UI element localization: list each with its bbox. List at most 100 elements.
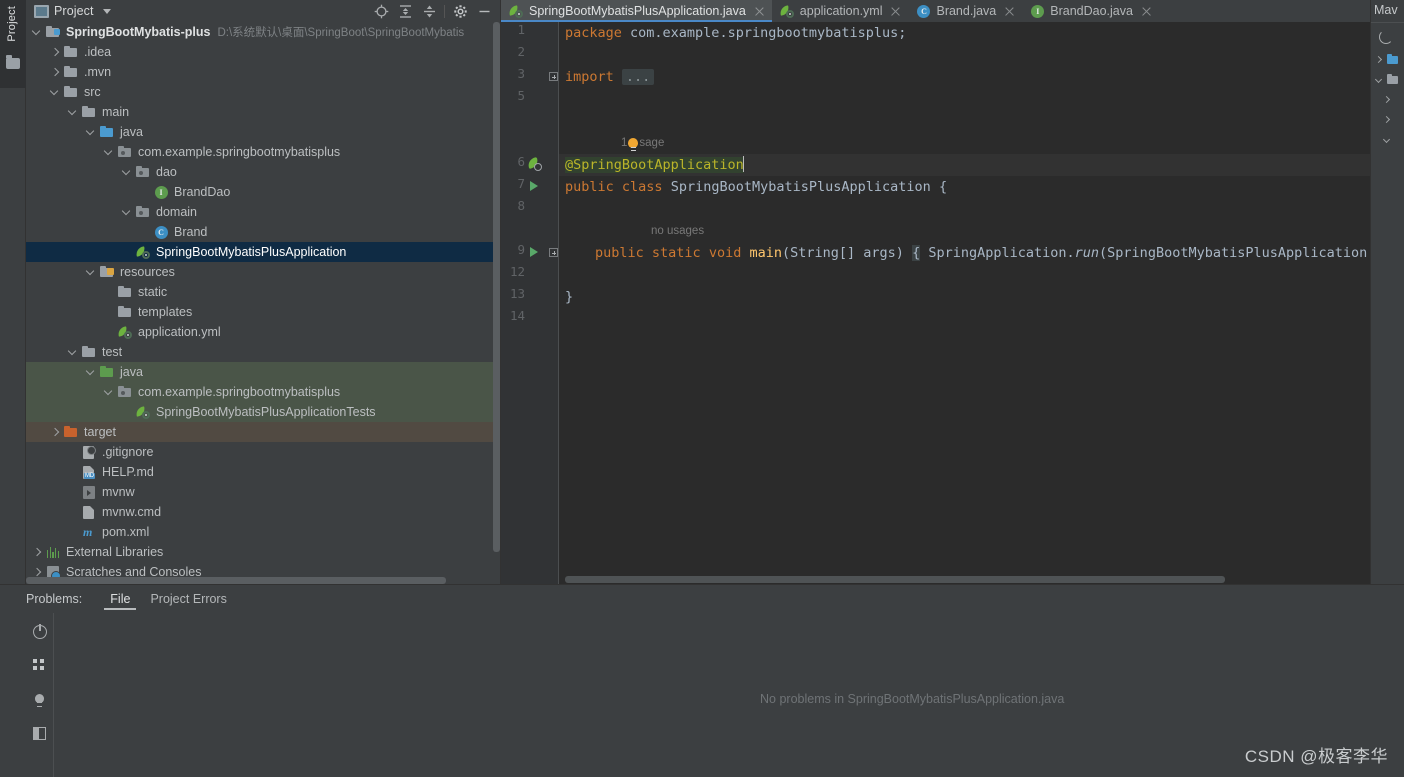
- collapse-all-icon[interactable]: [417, 1, 441, 21]
- run-application-icon[interactable]: [527, 178, 543, 194]
- chevron-right-icon[interactable]: [32, 547, 43, 558]
- analyze-icon[interactable]: [33, 625, 49, 641]
- chevron-right-icon[interactable]: [50, 427, 61, 438]
- chevron-down-icon[interactable]: [68, 347, 79, 358]
- no-usages-inlay-hint[interactable]: no usages: [651, 220, 704, 242]
- tree-item-java[interactable]: java: [26, 122, 500, 142]
- tree-item-dao[interactable]: dao: [26, 162, 500, 182]
- tree-item-target[interactable]: target: [26, 422, 500, 442]
- chevron-down-icon[interactable]: [1383, 135, 1392, 144]
- spring-bean-gutter-icon[interactable]: [527, 156, 543, 172]
- spring-boot-icon: [135, 404, 151, 420]
- chevron-down-icon[interactable]: [68, 107, 79, 118]
- collapsed-imports-placeholder[interactable]: ...: [622, 69, 654, 85]
- chevron-down-icon[interactable]: [104, 147, 115, 158]
- problems-tab-project-errors[interactable]: Project Errors: [140, 585, 236, 613]
- problems-tab-file[interactable]: File: [100, 585, 140, 613]
- chevron-down-icon[interactable]: [86, 367, 97, 378]
- chevron-right-icon[interactable]: [32, 567, 43, 578]
- project-tree[interactable]: SpringBootMybatis-plusD:\系统默认\桌面\SpringB…: [26, 22, 500, 584]
- tree-indent-spacer: [68, 527, 79, 538]
- tree-indent-spacer: [68, 467, 79, 478]
- editor-tab-springbootmybatisplusapplication-java[interactable]: SpringBootMybatisPlusApplication.java: [501, 0, 772, 22]
- chevron-down-icon[interactable]: [86, 267, 97, 278]
- maven-tree-row[interactable]: [1375, 55, 1398, 64]
- maven-tree-row[interactable]: [1383, 115, 1392, 124]
- tool-window-button-project[interactable]: Project: [6, 6, 18, 42]
- run-application-icon[interactable]: [527, 244, 543, 260]
- tree-item-com-example-springbootmybatisplus[interactable]: com.example.springbootmybatisplus: [26, 382, 500, 402]
- chevron-right-icon[interactable]: [1375, 55, 1384, 64]
- inspection-bulb-icon[interactable]: [33, 693, 49, 709]
- close-icon[interactable]: [754, 6, 765, 17]
- tree-item-brand[interactable]: CBrand: [26, 222, 500, 242]
- close-icon[interactable]: [1004, 6, 1015, 17]
- folder-icon[interactable]: [6, 58, 20, 69]
- group-by-icon[interactable]: [33, 659, 49, 675]
- close-icon[interactable]: [1141, 6, 1152, 17]
- springapplication-call: SpringApplication.: [920, 245, 1074, 261]
- tree-item-springbootmybatisplusapplicationtests[interactable]: SpringBootMybatisPlusApplicationTests: [26, 402, 500, 422]
- tree-item-gitignore[interactable]: .gitignore: [26, 442, 500, 462]
- tree-item-idea[interactable]: .idea: [26, 42, 500, 62]
- tree-item-templates[interactable]: templates: [26, 302, 500, 322]
- tree-item-domain[interactable]: domain: [26, 202, 500, 222]
- tree-item-com-example-springbootmybatisplus[interactable]: com.example.springbootmybatisplus: [26, 142, 500, 162]
- tree-item-static[interactable]: static: [26, 282, 500, 302]
- select-opened-file-icon[interactable]: [369, 1, 393, 21]
- tree-indent-spacer: [68, 447, 79, 458]
- collapse-imports-icon[interactable]: [549, 72, 558, 81]
- tree-item-springbootmybatis-plus[interactable]: SpringBootMybatis-plusD:\系统默认\桌面\SpringB…: [26, 22, 500, 42]
- chevron-down-icon[interactable]: [50, 87, 61, 98]
- editor-tab-application-yml[interactable]: application.yml: [772, 0, 909, 22]
- chevron-down-icon[interactable]: [122, 167, 133, 178]
- chevron-right-icon[interactable]: [1383, 95, 1392, 104]
- refresh-icon[interactable]: [1379, 30, 1393, 44]
- tree-item-help-md[interactable]: MDHELP.md: [26, 462, 500, 482]
- preview-split-icon[interactable]: [33, 727, 49, 743]
- chevron-down-icon[interactable]: [103, 9, 111, 14]
- tree-item-label: templates: [138, 302, 192, 322]
- tree-item-label: domain: [156, 202, 197, 222]
- editor-tab-branddao-java[interactable]: IBrandDao.java: [1022, 0, 1159, 22]
- tree-item-mvnw[interactable]: mvnw: [26, 482, 500, 502]
- project-tree-horizontal-scrollbar[interactable]: [26, 577, 501, 584]
- chevron-right-icon[interactable]: [50, 47, 61, 58]
- annotation-springbootapplication[interactable]: @SpringBootApplication: [565, 157, 744, 173]
- chevron-right-icon[interactable]: [50, 67, 61, 78]
- code-editor[interactable]: 12356789121314 package com.example.sprin…: [501, 22, 1404, 584]
- tree-item-java[interactable]: java: [26, 362, 500, 382]
- editor-horizontal-scrollbar[interactable]: [559, 576, 1386, 584]
- tree-item-mvn[interactable]: .mvn: [26, 62, 500, 82]
- expand-all-icon[interactable]: [393, 1, 417, 21]
- editor-tab-brand-java[interactable]: CBrand.java: [908, 0, 1022, 22]
- tree-item-src[interactable]: src: [26, 82, 500, 102]
- tree-item-test[interactable]: test: [26, 342, 500, 362]
- tree-item-application-yml[interactable]: application.yml: [26, 322, 500, 342]
- code-content[interactable]: package com.example.springbootmybatisplu…: [559, 22, 1404, 584]
- close-icon[interactable]: [890, 6, 901, 17]
- maven-tree-row[interactable]: [1383, 95, 1392, 104]
- chevron-down-icon[interactable]: [86, 127, 97, 138]
- collapse-method-icon[interactable]: [549, 248, 558, 257]
- chevron-down-icon[interactable]: [104, 387, 115, 398]
- tree-item-pom-xml[interactable]: mpom.xml: [26, 522, 500, 542]
- editor-gutter[interactable]: 12356789121314: [501, 22, 559, 584]
- tree-item-resources[interactable]: resources: [26, 262, 500, 282]
- tree-item-mvnw-cmd[interactable]: mvnw.cmd: [26, 502, 500, 522]
- chevron-down-icon[interactable]: [32, 27, 43, 38]
- maven-tree-row[interactable]: [1375, 75, 1398, 84]
- chevron-down-icon[interactable]: [1375, 75, 1384, 84]
- chevron-down-icon[interactable]: [122, 207, 133, 218]
- intention-bulb-icon[interactable]: [628, 138, 638, 148]
- tree-item-label: .gitignore: [102, 442, 153, 462]
- tree-item-springbootmybatisplusapplication[interactable]: SpringBootMybatisPlusApplication: [26, 242, 500, 262]
- tree-item-external-libraries[interactable]: External Libraries: [26, 542, 500, 562]
- settings-gear-icon[interactable]: [448, 1, 472, 21]
- tree-item-branddao[interactable]: IBrandDao: [26, 182, 500, 202]
- tree-item-main[interactable]: main: [26, 102, 500, 122]
- hide-panel-icon[interactable]: [472, 1, 496, 21]
- maven-tree-row[interactable]: [1383, 135, 1392, 144]
- chevron-right-icon[interactable]: [1383, 115, 1392, 124]
- keyword-class: class: [622, 179, 663, 195]
